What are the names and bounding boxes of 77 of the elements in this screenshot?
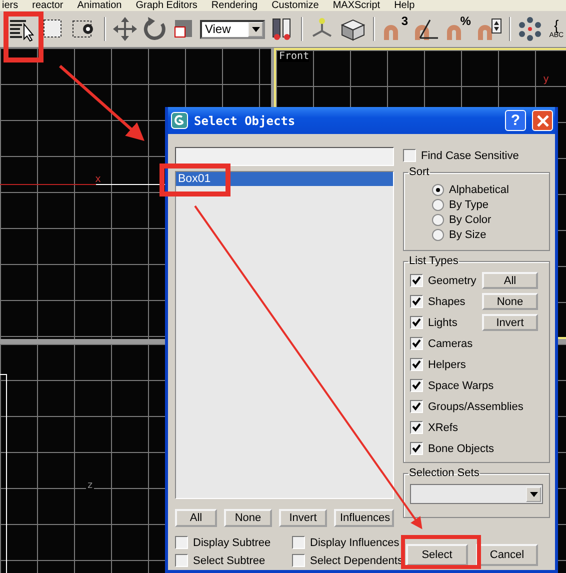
axis-label: x bbox=[94, 174, 102, 185]
checkbox[interactable] bbox=[410, 421, 423, 434]
viewport-label[interactable]: Front bbox=[279, 51, 310, 62]
selection-sets-dropdown[interactable] bbox=[410, 484, 543, 504]
reference-coordinate-dropdown[interactable]: View bbox=[200, 20, 266, 38]
move-icon[interactable] bbox=[112, 16, 138, 42]
menu-item[interactable]: reactor bbox=[32, 0, 64, 11]
checkbox[interactable] bbox=[292, 554, 305, 567]
checkbox[interactable] bbox=[403, 149, 416, 162]
checkbox[interactable] bbox=[410, 337, 423, 350]
radio-button[interactable] bbox=[432, 184, 444, 196]
list-type-button[interactable]: None bbox=[482, 293, 538, 310]
radio-label: By Type bbox=[449, 199, 489, 211]
rotate-icon[interactable] bbox=[142, 16, 168, 42]
group-title: Sort bbox=[408, 166, 430, 178]
named-selection-icon[interactable] bbox=[516, 16, 543, 42]
checkbox-label: Display Influences bbox=[310, 536, 400, 548]
checkbox[interactable] bbox=[410, 295, 423, 308]
checkbox-label: Select Subtree bbox=[193, 554, 266, 566]
checkbox-label: Select Dependents bbox=[310, 554, 403, 566]
checkbox[interactable] bbox=[410, 358, 423, 371]
checkbox-label: Find Case Sensitive bbox=[421, 150, 519, 162]
menu-item[interactable]: iers bbox=[2, 0, 18, 11]
checkbox-label: XRefs bbox=[428, 422, 458, 434]
radio-button[interactable] bbox=[432, 214, 444, 226]
select-button[interactable]: Select bbox=[406, 544, 468, 566]
search-field[interactable] bbox=[175, 147, 394, 166]
checkbox[interactable] bbox=[292, 536, 305, 549]
dropdown-arrow-icon bbox=[530, 492, 538, 496]
checkbox[interactable] bbox=[175, 554, 188, 567]
checkbox[interactable] bbox=[410, 379, 423, 392]
axis-label: z bbox=[86, 480, 94, 491]
checkbox-label: Shapes bbox=[428, 296, 466, 308]
close-button[interactable] bbox=[532, 110, 553, 131]
menu-item[interactable]: Customize bbox=[272, 0, 319, 11]
app-icon bbox=[171, 112, 188, 129]
menu-item[interactable]: Rendering bbox=[211, 0, 258, 11]
highlight-box bbox=[4, 12, 44, 62]
checkbox[interactable] bbox=[175, 536, 188, 549]
menu-item[interactable]: MAXScript bbox=[332, 0, 380, 11]
checkbox-label: Groups/Assemblies bbox=[428, 400, 524, 412]
checkbox-label: Lights bbox=[428, 316, 458, 328]
checkbox-label: Helpers bbox=[428, 358, 466, 370]
checkbox-label: Bone Objects bbox=[428, 442, 494, 454]
group-title: Selection Sets bbox=[408, 467, 480, 479]
list-type-button[interactable]: All bbox=[482, 272, 538, 289]
checkbox-label: Cameras bbox=[428, 338, 473, 350]
close-icon bbox=[536, 114, 548, 126]
axis-label: y bbox=[542, 74, 550, 85]
checkbox-label: Display Subtree bbox=[193, 536, 271, 548]
radio-button[interactable] bbox=[432, 199, 444, 211]
radio-button[interactable] bbox=[432, 229, 444, 241]
cancel-button[interactable]: Cancel bbox=[476, 544, 538, 566]
radio-label: By Color bbox=[449, 214, 492, 226]
checkbox[interactable] bbox=[410, 316, 423, 329]
list-button[interactable]: None bbox=[224, 509, 272, 527]
checkbox[interactable] bbox=[410, 442, 423, 455]
radio-label: By Size bbox=[449, 229, 486, 241]
help-button[interactable]: ? bbox=[505, 110, 526, 131]
menu-item[interactable]: Graph Editors bbox=[136, 0, 198, 11]
dropdown-arrow-icon bbox=[252, 26, 260, 32]
list-type-button[interactable]: Invert bbox=[482, 314, 538, 331]
menu-item[interactable]: Help bbox=[394, 0, 415, 11]
radio-label: Alphabetical bbox=[449, 184, 509, 196]
checkbox-label: Space Warps bbox=[428, 380, 494, 392]
highlight-box bbox=[160, 164, 230, 196]
checkbox[interactable] bbox=[410, 274, 423, 287]
object-list-item[interactable]: Box01 bbox=[176, 172, 393, 186]
snap-toggle[interactable]: 3 bbox=[381, 16, 408, 42]
list-button[interactable]: Influences bbox=[334, 509, 394, 527]
checkbox-label: Geometry bbox=[428, 274, 476, 286]
group-title: List Types bbox=[408, 255, 460, 267]
list-button[interactable]: Invert bbox=[279, 509, 327, 527]
list-button[interactable]: All bbox=[175, 509, 217, 527]
percent-snap-toggle[interactable]: % bbox=[444, 16, 471, 42]
menu-item[interactable]: Animation bbox=[77, 0, 122, 11]
checkbox[interactable] bbox=[410, 400, 423, 413]
